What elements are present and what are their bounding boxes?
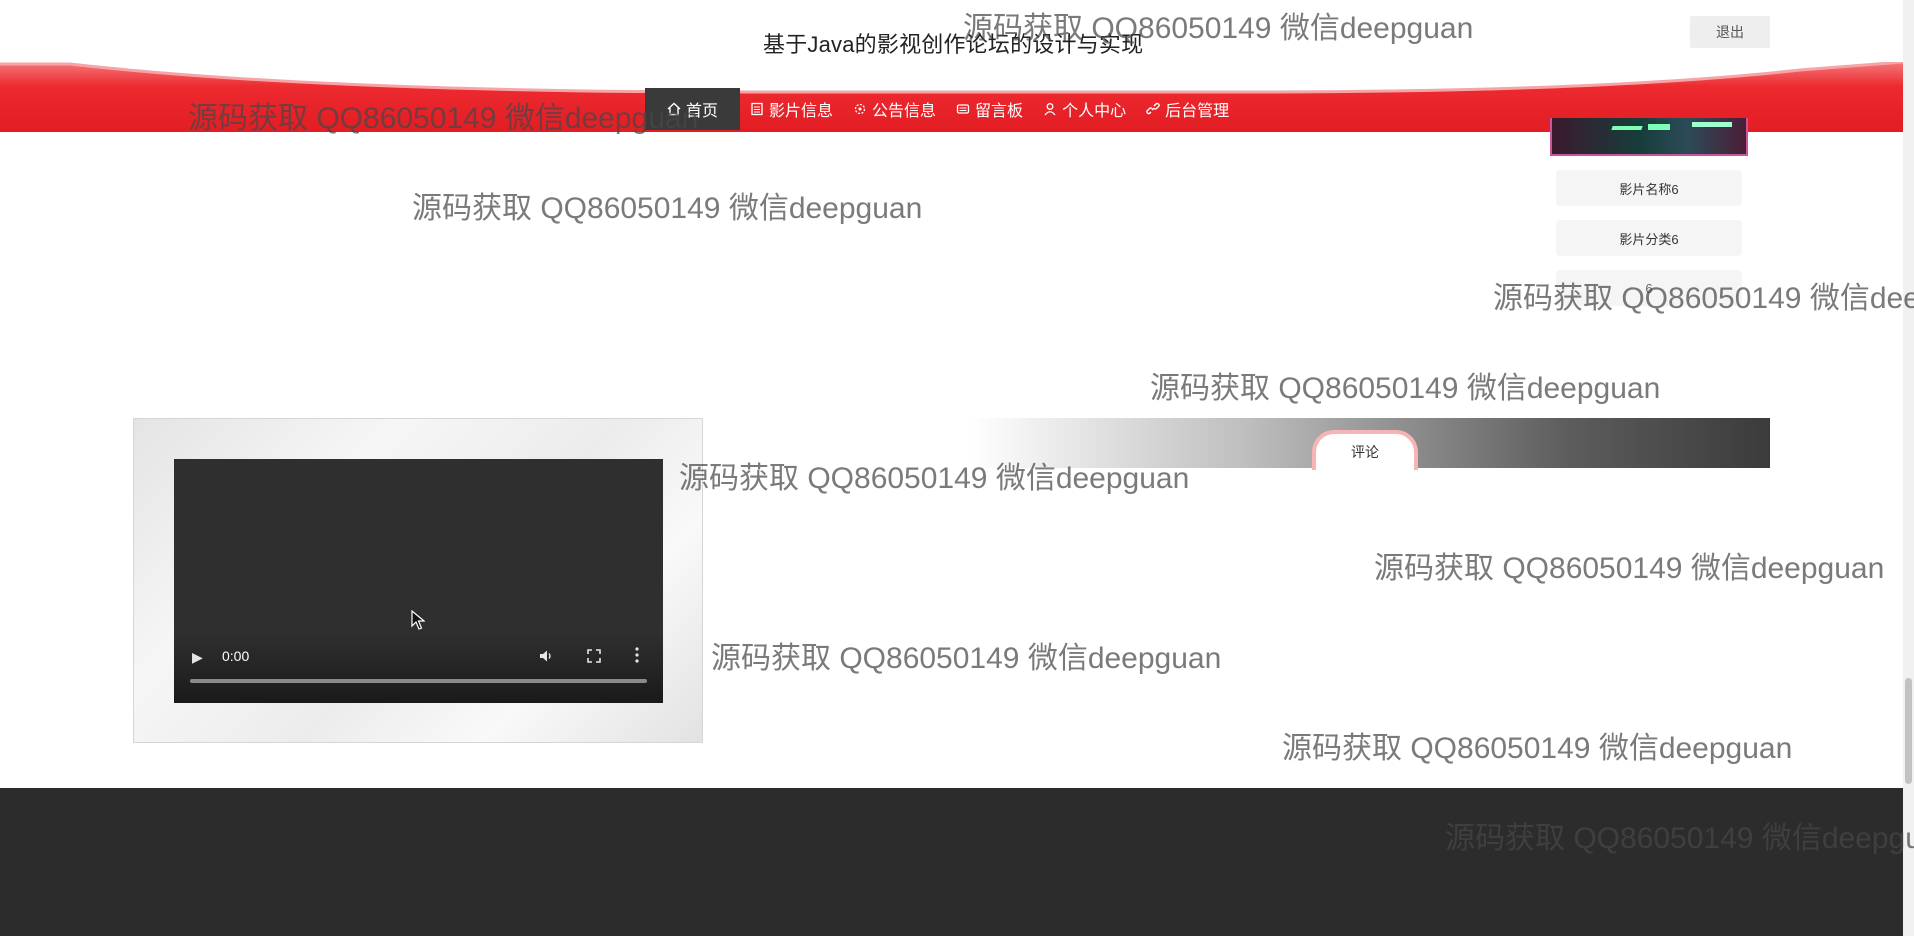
nav-item-message-board[interactable]: 留言板 [946, 88, 1033, 130]
nav-item-label: 留言板 [975, 103, 1024, 120]
fullscreen-icon[interactable] [586, 648, 602, 667]
play-icon[interactable]: ▶ [192, 649, 203, 666]
watermark: 源码获取 QQ86050149 微信deepguan [412, 192, 923, 225]
volume-icon[interactable] [538, 648, 554, 667]
logout-button[interactable]: 退出 [1690, 16, 1770, 48]
nav-item-label: 后台管理 [1165, 103, 1230, 120]
comment-tab[interactable]: 评论 [1312, 430, 1418, 470]
message-icon [956, 104, 970, 114]
film-name-label: 影片名称6 [1556, 170, 1742, 206]
link-icon [1146, 102, 1160, 115]
video-progress-bar[interactable] [190, 679, 647, 683]
watermark: 源码获取 QQ86050149 微信deepguan [1150, 372, 1661, 405]
user-icon [1044, 103, 1056, 116]
nav-item-admin[interactable]: 后台管理 [1136, 88, 1239, 130]
video-player[interactable]: ▶ 0:00 [174, 459, 663, 703]
film-extra-value: 6 [1556, 270, 1742, 306]
nav-item-personal-center[interactable]: 个人中心 [1033, 88, 1136, 130]
watermark: 源码获取 QQ86050149 微信deepguan [1374, 552, 1885, 585]
nav-item-notice[interactable]: 公告信息 [843, 88, 946, 130]
nav-item-label: 首页 [686, 103, 719, 120]
video-time: 0:00 [222, 648, 250, 664]
nav-item-label: 公告信息 [872, 103, 937, 120]
film-category-label: 影片分类6 [1556, 220, 1742, 256]
nav-item-home[interactable]: 首页 [645, 88, 741, 130]
nav-item-label: 影片信息 [769, 103, 834, 120]
notice-icon [854, 103, 866, 115]
more-options-icon[interactable] [634, 646, 640, 667]
home-icon [667, 102, 681, 116]
site-title: 基于Java的影视创作论坛的设计与实现 [763, 32, 1144, 57]
film-thumbnail[interactable] [1550, 118, 1748, 156]
watermark: 源码获取 QQ86050149 微信deepguan [711, 642, 1222, 675]
nav-item-label: 个人中心 [1062, 103, 1127, 120]
film-info-icon [751, 102, 763, 116]
video-controls [174, 633, 663, 703]
footer [0, 788, 1903, 936]
scroll-thumb[interactable] [1905, 678, 1912, 784]
page-scrollbar[interactable] [1903, 0, 1914, 936]
mouse-cursor-icon [411, 610, 425, 630]
nav-item-film-info[interactable]: 影片信息 [740, 88, 843, 130]
main-nav: 首页 影片信息 公告信息 留言板 个人中心 后台管理 [645, 88, 1239, 130]
watermark: 源码获取 QQ86050149 微信deepguan [1282, 732, 1793, 765]
